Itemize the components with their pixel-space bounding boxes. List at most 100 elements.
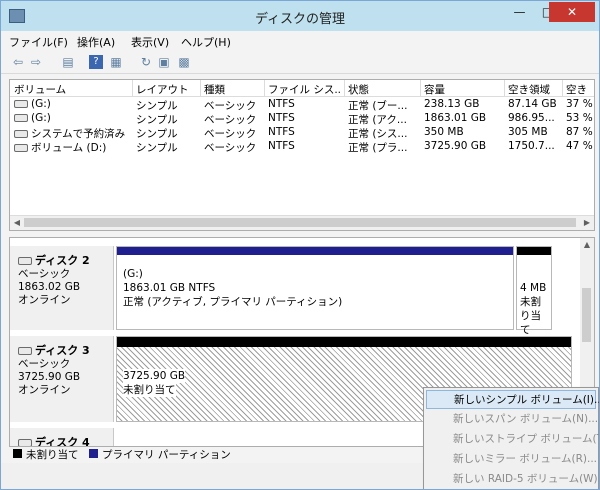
legend-primary-swatch (89, 449, 98, 458)
refresh-icon[interactable]: ↻ (139, 55, 153, 69)
status-cell: 正常 (プラ... (348, 142, 408, 154)
filesystem-cell: NTFS (268, 140, 295, 152)
unallocated-4mb[interactable]: 4 MB 未割り当て (516, 246, 552, 336)
layout-cell: シンプル (136, 142, 178, 154)
table-row[interactable]: (G:) シンプル ベーシック NTFS 正常 (ブー... 238.13 GB… (10, 98, 594, 112)
partition-label: (G:) (123, 268, 143, 280)
column-type[interactable]: 種類 (204, 82, 262, 97)
volume-name: システムで予約済み (31, 128, 126, 140)
type-cell: ベーシック (204, 142, 257, 154)
close-button[interactable]: ✕ (549, 2, 595, 22)
column-filesystem[interactable]: ファイル シス... (268, 82, 342, 97)
minimize-button[interactable]: — (506, 2, 533, 22)
table-row[interactable]: (G:) シンプル ベーシック NTFS 正常 (アク... 1863.01 G… (10, 112, 594, 126)
percent-free-cell: 47 % (566, 140, 593, 152)
menu-new-striped-volume[interactable]: 新しいストライプ ボリューム(T)... (426, 430, 599, 449)
disk-4-label[interactable]: ディスク 4 (10, 428, 114, 447)
menu-help[interactable]: ヘルプ(H) (181, 34, 231, 50)
menu-view[interactable]: 表示(V) (131, 34, 169, 50)
disk-type: ベーシック (18, 358, 71, 370)
disk-status: オンライン (18, 294, 71, 306)
disk-2-label[interactable]: ディスク 2 ベーシック 1863.02 GB オンライン (10, 246, 114, 330)
status-cell: 正常 (アク... (348, 114, 407, 126)
capacity-cell: 350 MB (424, 126, 464, 138)
volume-list: ボリューム レイアウト 種類 ファイル シス... 状態 容量 空き領域 空き … (9, 79, 595, 231)
menu-new-raid5-volume[interactable]: 新しい RAID-5 ボリューム(W)... (426, 470, 599, 489)
volume-icon (14, 114, 28, 122)
status-cell: 正常 (シス... (348, 128, 408, 140)
scroll-left-icon[interactable]: ◀ (10, 216, 24, 230)
unallocated-size: 3725.90 GB (123, 369, 186, 383)
properties-icon[interactable]: ▦ (109, 55, 123, 69)
column-status[interactable]: 状態 (348, 82, 418, 97)
horizontal-scrollbar[interactable]: ◀ ▶ (10, 215, 594, 230)
disk-icon (18, 439, 32, 446)
menu-new-simple-volume[interactable]: 新しいシンプル ボリューム(I)... (426, 390, 599, 409)
unallocated-label: 未割り当て (123, 383, 176, 397)
menu-new-spanned-volume[interactable]: 新しいスパン ボリューム(N)... (426, 410, 598, 429)
vertical-scroll-thumb[interactable] (582, 288, 591, 342)
disk-name: ディスク 3 (35, 344, 90, 357)
legend-unallocated-label: 未割り当て (26, 449, 79, 461)
table-row[interactable]: システムで予約済み シンプル ベーシック NTFS 正常 (シス... 350 … (10, 126, 594, 140)
status-cell: 正常 (ブー... (348, 100, 408, 112)
title-bar: ディスクの管理 — □ ✕ (1, 1, 599, 31)
menu-bar: ファイル(F) 操作(A) 表示(V) ヘルプ(H) (1, 31, 599, 51)
table-row[interactable]: ボリューム (D:) シンプル ベーシック NTFS 正常 (プラ... 372… (10, 140, 594, 154)
console-tree-icon[interactable]: ▤ (61, 55, 75, 69)
partition-size-fs: 1863.01 GB NTFS (123, 282, 216, 294)
type-cell: ベーシック (204, 100, 257, 112)
disk-size: 3725.90 GB (18, 371, 81, 383)
unallocated-bar (117, 337, 571, 347)
disk-3-label[interactable]: ディスク 3 ベーシック 3725.90 GB オンライン (10, 336, 114, 422)
type-cell: ベーシック (204, 114, 257, 126)
disk-status: オンライン (18, 384, 71, 396)
menu-action[interactable]: 操作(A) (77, 34, 115, 50)
horizontal-scroll-thumb[interactable] (24, 218, 576, 227)
type-cell: ベーシック (204, 128, 257, 140)
disk-name: ディスク 2 (35, 254, 90, 267)
capacity-cell: 1863.01 GB (424, 112, 487, 124)
disk-name: ディスク 4 (35, 436, 90, 447)
export-icon[interactable]: ▣ (157, 55, 171, 69)
percent-free-cell: 37 % (566, 98, 593, 110)
partition-g[interactable]: (G:) 1863.01 GB NTFS 正常 (アクティブ, プライマリ パー… (116, 246, 514, 330)
column-capacity[interactable]: 容量 (424, 82, 502, 97)
menu-new-mirrored-volume[interactable]: 新しいミラー ボリューム(R)... (426, 450, 597, 469)
free-space-cell: 986.95... (508, 112, 555, 124)
unallocated-size: 4 MB (520, 282, 547, 294)
disk-management-window: ディスクの管理 — □ ✕ ファイル(F) 操作(A) 表示(V) ヘルプ(H)… (0, 0, 600, 490)
volume-name: (G:) (31, 112, 51, 124)
disk-type: ベーシック (18, 268, 71, 280)
column-volume[interactable]: ボリューム (14, 82, 130, 97)
volume-icon (14, 130, 28, 138)
partition-status: 正常 (アクティブ, プライマリ パーティション) (123, 296, 343, 308)
percent-free-cell: 53 % (566, 112, 593, 124)
help-icon[interactable]: ? (89, 55, 103, 69)
unallocated-label: 未割り当て (520, 296, 541, 336)
forward-arrow-icon[interactable]: ⇨ (29, 55, 43, 69)
scroll-up-icon[interactable]: ▲ (580, 238, 594, 252)
volume-name: ボリューム (D:) (31, 142, 107, 154)
column-layout[interactable]: レイアウト (136, 82, 196, 97)
layout-cell: シンプル (136, 100, 178, 112)
primary-partition-bar (117, 247, 513, 255)
free-space-cell: 1750.7... (508, 140, 555, 152)
volume-list-header: ボリューム レイアウト 種類 ファイル シス... 状態 容量 空き領域 空き (10, 80, 594, 97)
filesystem-cell: NTFS (268, 98, 295, 110)
context-menu: 新しいシンプル ボリューム(I)... 新しいスパン ボリューム(N)... 新… (423, 387, 599, 489)
column-free-space[interactable]: 空き領域 (508, 82, 560, 97)
legend-unallocated-swatch (13, 449, 22, 458)
legend-primary-label: プライマリ パーティション (102, 449, 231, 461)
scroll-right-icon[interactable]: ▶ (580, 216, 594, 230)
toolbar: ⇦ ⇨ ▤ ? ▦ ↻ ▣ ▩ (1, 51, 599, 74)
disk-icon (18, 257, 32, 265)
menu-file[interactable]: ファイル(F) (9, 34, 68, 50)
settings-icon[interactable]: ▩ (177, 55, 191, 69)
column-percent-free[interactable]: 空き (566, 82, 594, 97)
volume-name: (G:) (31, 98, 51, 110)
disk-size: 1863.02 GB (18, 281, 81, 293)
layout-cell: シンプル (136, 128, 178, 140)
back-arrow-icon[interactable]: ⇦ (11, 55, 25, 69)
volume-icon (14, 144, 28, 152)
